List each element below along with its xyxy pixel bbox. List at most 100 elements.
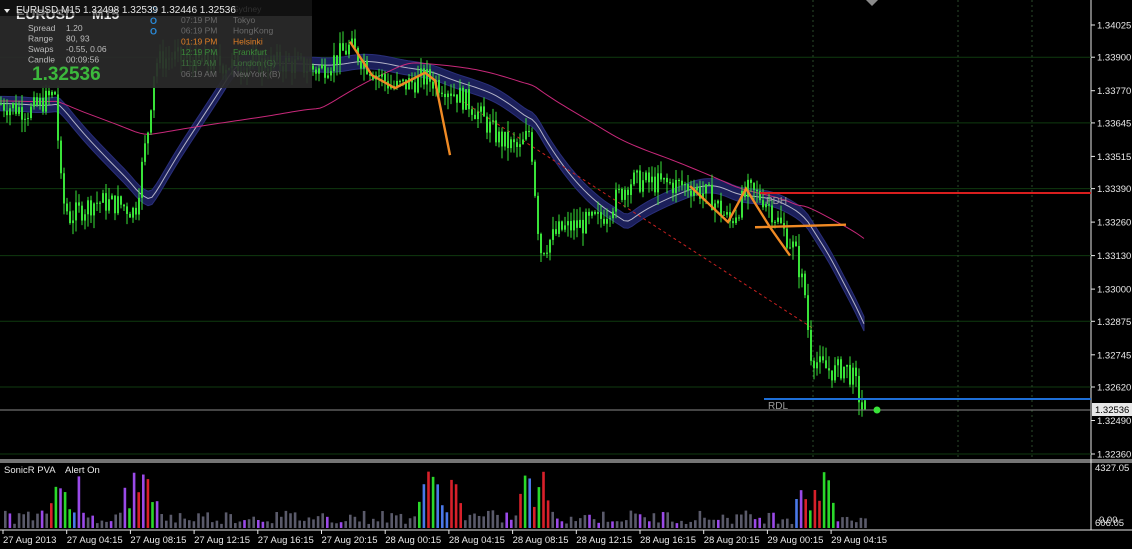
volume-bar [270, 523, 274, 528]
candle-body [456, 94, 458, 103]
candle-body [558, 221, 560, 234]
candle-body [144, 143, 146, 162]
volume-bar [137, 492, 140, 528]
candle-body [753, 182, 755, 190]
session-name: Tokyo [233, 15, 255, 25]
volume-bar [289, 513, 292, 528]
candle-body [111, 195, 113, 200]
volume-bar [615, 521, 619, 528]
volume-bar [818, 500, 821, 528]
candle-body [537, 195, 539, 234]
volume-bar [546, 500, 550, 528]
volume-bar [385, 522, 389, 528]
candle-body [501, 131, 503, 147]
candle-body [480, 106, 482, 112]
ohlc-readout: 1.32498 1.32539 1.32446 1.32536 [83, 5, 236, 16]
volume-bar [114, 514, 117, 528]
candle-body [804, 273, 806, 296]
candle-body [624, 189, 626, 200]
volume-bar [303, 520, 306, 528]
session-time: 11:19 AM [181, 58, 216, 68]
price-tick-label: 1.33645 [1097, 118, 1131, 129]
volume-bar [588, 514, 591, 528]
candle-body [636, 170, 638, 173]
candle-body [690, 190, 692, 196]
candle-body [72, 220, 74, 224]
candle-body [828, 368, 830, 371]
candle-body [33, 97, 35, 107]
volume-bar [505, 512, 508, 528]
volume-bar [45, 513, 48, 528]
candle-body [846, 364, 848, 367]
volume-bar [13, 523, 16, 528]
volume-bar [620, 521, 623, 528]
candle-body [18, 107, 20, 114]
current-price-label: 1.32536 [1095, 405, 1129, 416]
session-open-indicator: O [150, 16, 157, 26]
candle-body [93, 203, 95, 216]
volume-bar [27, 511, 30, 528]
volume-bar [556, 518, 559, 528]
volume-bar [542, 471, 545, 528]
candle-body [642, 180, 644, 192]
candle-body [384, 74, 386, 82]
candle-body [585, 211, 587, 234]
candle-body [36, 97, 38, 106]
candle-body [483, 106, 485, 117]
volume-bar [54, 486, 58, 528]
volume-bar [753, 519, 757, 528]
candle-body [666, 177, 668, 183]
candle-body [138, 197, 140, 215]
pdh-label: PDH [766, 196, 787, 207]
volume-bar [850, 520, 853, 528]
candle-body [672, 182, 674, 193]
price-tick-label: 1.33900 [1097, 53, 1131, 64]
volume-bar [224, 512, 228, 528]
volume-bar [220, 523, 223, 528]
volume-bar [726, 517, 729, 528]
candle-body [633, 172, 635, 185]
volume-bar [698, 510, 702, 528]
volume-bar [468, 514, 472, 528]
candle-body [114, 195, 116, 214]
bid-price: 1.32536 [32, 64, 101, 85]
volume-bar [4, 510, 7, 528]
candle-body [774, 221, 776, 223]
volume-bar [841, 517, 844, 528]
volume-bar [730, 523, 734, 528]
symbol-title[interactable]: EURUSD,M15 [16, 5, 81, 16]
time-tick-label: 29 Aug 00:15 [767, 535, 823, 546]
candle-body [564, 225, 566, 230]
candle-body [75, 202, 77, 221]
candle-body [0, 103, 2, 105]
candle-body [81, 205, 83, 221]
candle-body [348, 44, 350, 55]
volume-bar [307, 517, 311, 528]
candle-body [339, 43, 341, 65]
volume-bar [684, 523, 688, 528]
volume-bar [689, 521, 692, 528]
volume-bar [155, 501, 159, 528]
chart-canvas[interactable]: 1.34025 1.33900 1.33770 1.33645 1.33515 1.333… [0, 0, 1132, 549]
volume-bar [165, 520, 168, 528]
candle-body [90, 200, 92, 216]
time-tick-label: 27 Aug 08:15 [130, 535, 186, 546]
candle-body [831, 370, 833, 381]
volume-bar [105, 521, 108, 528]
candle-body [447, 93, 449, 98]
volume-bar [326, 516, 329, 528]
volume-bar [786, 518, 789, 528]
volume-bar [836, 521, 840, 528]
candle-body [669, 182, 671, 184]
candle-body [660, 173, 662, 180]
volume-bar [855, 522, 858, 528]
info-value: -0.55, 0.06 [66, 44, 107, 54]
volume-bar [160, 514, 163, 528]
candle-body [600, 212, 602, 219]
volume-bar [399, 513, 403, 528]
volume-bar [781, 519, 784, 528]
candle-body [696, 186, 698, 191]
volume-bar [450, 479, 453, 528]
volume-bar [109, 521, 113, 528]
candle-body [327, 75, 329, 78]
